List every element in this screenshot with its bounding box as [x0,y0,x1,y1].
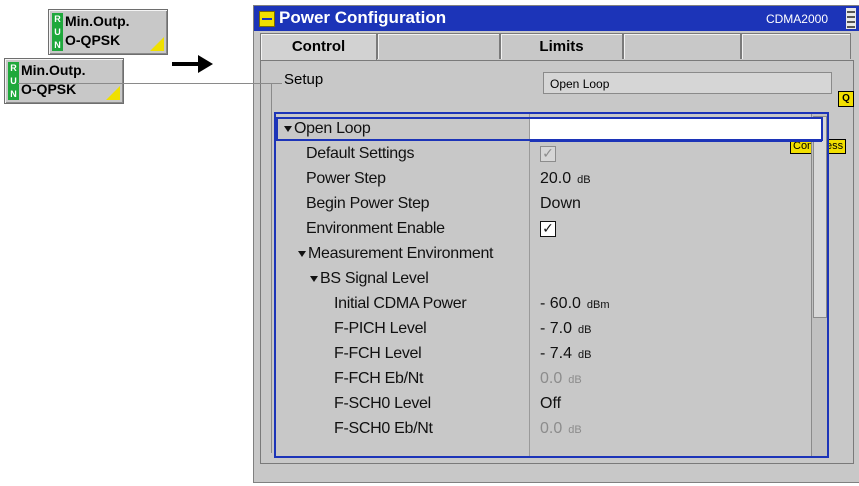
row-label: Measurement Environment [308,245,494,262]
softkey-min-output-back[interactable]: RUN Min.Outp. O-QPSK [4,58,124,104]
environment-enable-checkbox[interactable]: ✓ [540,221,556,237]
tree-row-f-fch-eb-nt[interactable]: F-FCH Eb/Nt 0.0 dB [276,367,811,392]
window-title: Power Configuration [279,8,447,27]
softkey-label-line1: Min.Outp. [65,13,130,29]
tree-scrollbar[interactable] [811,114,827,456]
row-unit: dB [568,424,582,436]
tree-row-open-loop[interactable]: Open Loop [276,117,823,142]
tree-row-power-step[interactable]: Power Step 20.0 dB [276,167,811,192]
setup-group-border [18,83,288,84]
row-label: Default Settings [306,145,415,162]
tree-row-default-settings[interactable]: Default Settings ✓ [276,142,811,167]
tree-row-begin-power-step[interactable]: Begin Power Step Down [276,192,811,217]
row-value: 0.0 [540,370,563,387]
setup-current-section: Open Loop [543,72,832,94]
softkey-corner-marker [150,37,164,51]
row-label: Open Loop [294,120,371,137]
row-label: Initial CDMA Power [334,295,467,312]
run-indicator: RUN [52,13,63,51]
row-value[interactable]: - 60.0 [540,295,581,312]
row-unit: dB [578,349,592,361]
softkey-min-output-front[interactable]: RUN Min.Outp. O-QPSK [48,9,168,55]
tab-empty-1[interactable] [377,33,500,59]
row-label: F-PICH Level [334,320,427,337]
row-label: F-FCH Eb/Nt [334,370,424,387]
tab-bar: Control Limits [260,33,851,61]
row-unit: dB [568,374,582,386]
row-label: F-SCH0 Eb/Nt [334,420,433,437]
default-settings-checkbox[interactable]: ✓ [540,146,556,162]
row-label: Begin Power Step [306,195,430,212]
settings-tree: Open Loop Default Settings ✓ Power Step … [274,112,829,458]
row-value: 0.0 [540,420,563,437]
tree-row-measurement-environment[interactable]: Measurement Environment [276,242,811,267]
scrollbar-thumb[interactable] [813,116,827,318]
tree-row-f-sch0-level[interactable]: F-SCH0 Level Off [276,392,811,417]
menu-icon[interactable] [846,8,856,29]
row-unit: dB [578,324,592,336]
softkey-label-line2: O-QPSK [65,32,121,48]
network-standard-label: CDMA2000 [765,12,828,26]
row-value[interactable]: Down [540,195,581,213]
setup-group-label: Setup [282,71,326,88]
q-badge: Q [838,91,854,107]
window-minimize-icon[interactable] [259,11,275,27]
tree-row-initial-cdma-power[interactable]: Initial CDMA Power - 60.0 dBm [276,292,811,317]
tree-row-f-sch0-eb-nt[interactable]: F-SCH0 Eb/Nt 0.0 dB [276,417,811,442]
row-unit: dBm [586,299,610,311]
selected-value-cell[interactable] [530,118,822,142]
tab-empty-2[interactable] [623,33,741,59]
tree-row-f-pich-level[interactable]: F-PICH Level - 7.0 dB [276,317,811,342]
softkey-label-line1: Min.Outp. [21,62,86,78]
tree-row-bs-signal-level[interactable]: BS Signal Level [276,267,811,292]
tab-empty-3[interactable] [741,33,851,59]
row-value[interactable]: Off [540,395,561,413]
expand-triangle-icon[interactable] [284,125,292,132]
setup-group-border-left [271,83,272,453]
row-label: F-FCH Level [334,345,422,362]
softkey-corner-marker [106,86,120,100]
row-unit: dB [577,174,591,186]
expand-triangle-icon[interactable] [298,250,306,257]
row-label: Environment Enable [306,220,445,237]
expand-triangle-icon[interactable] [310,275,318,282]
tree-row-environment-enable[interactable]: Environment Enable ✓ [276,217,811,242]
row-value[interactable]: 20.0 [540,170,571,187]
tree-row-f-fch-level[interactable]: F-FCH Level - 7.4 dB [276,342,811,367]
arrow-right-icon [172,55,213,73]
row-value[interactable]: - 7.4 [540,345,572,362]
row-label: Power Step [306,170,386,187]
tab-control[interactable]: Control [260,33,377,61]
row-label: F-SCH0 Level [334,395,431,412]
row-label: BS Signal Level [320,270,429,287]
tab-limits[interactable]: Limits [500,33,623,59]
title-bar: Power Configuration CDMA2000 [254,6,859,31]
row-value[interactable]: - 7.0 [540,320,572,337]
run-indicator: RUN [8,62,19,100]
